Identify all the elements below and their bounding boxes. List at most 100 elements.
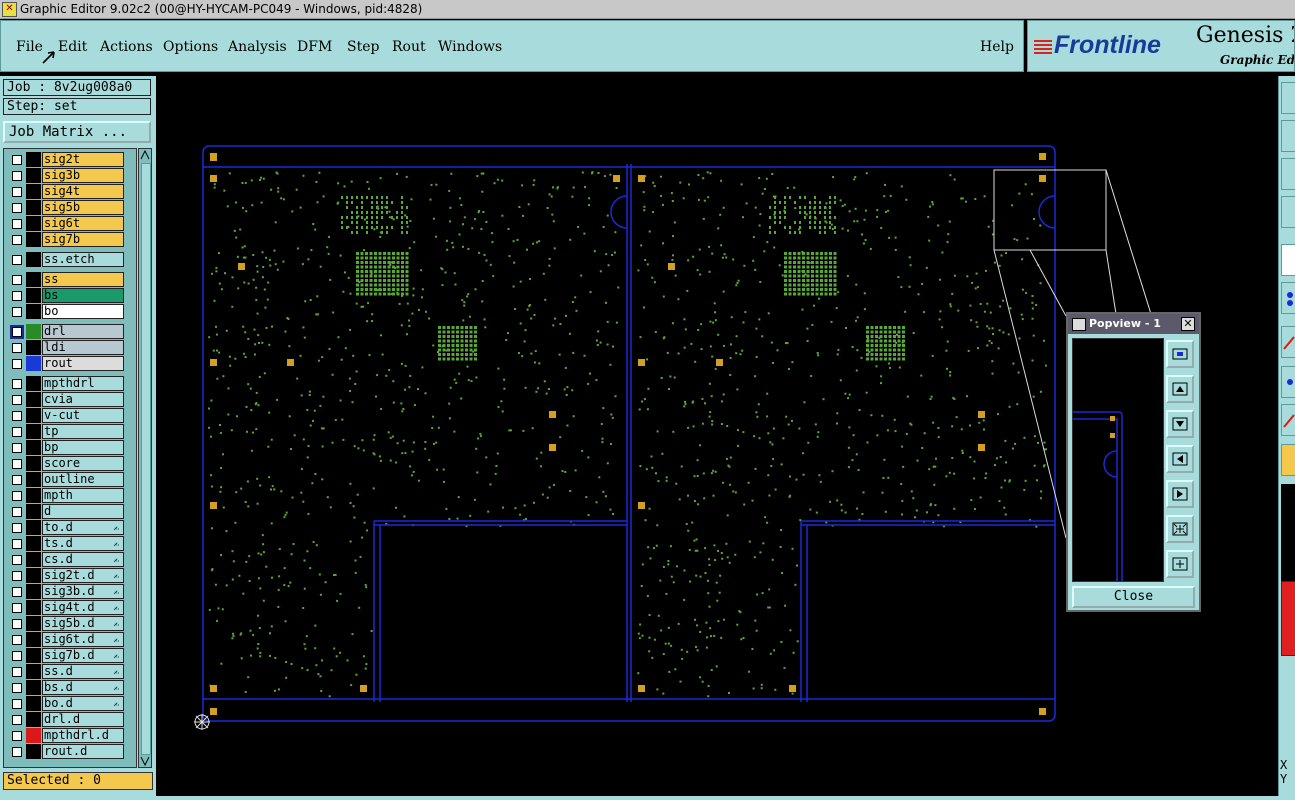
layer-row-sig5b[interactable]: sig5b bbox=[6, 200, 126, 215]
layer-name[interactable]: score bbox=[42, 456, 124, 471]
layer-checkbox[interactable] bbox=[12, 571, 22, 581]
layer-checkbox[interactable] bbox=[12, 443, 22, 453]
layer-color-swatch[interactable] bbox=[26, 616, 41, 631]
layer-row-sig4t.d[interactable]: sig4t.d ✍ bbox=[6, 600, 126, 615]
layer-name[interactable]: sig4t.d ✍ bbox=[42, 600, 124, 615]
layer-checkbox[interactable] bbox=[12, 291, 22, 301]
layer-row-bo.d[interactable]: bo.d ✍ bbox=[6, 696, 126, 711]
layer-color-swatch[interactable] bbox=[26, 584, 41, 599]
layer-checkbox[interactable] bbox=[12, 507, 22, 517]
layer-row-tp[interactable]: tp bbox=[6, 424, 126, 439]
layer-row-sig4t[interactable]: sig4t bbox=[6, 184, 126, 199]
layer-color-swatch[interactable] bbox=[26, 536, 41, 551]
layer-color-swatch[interactable] bbox=[26, 504, 41, 519]
layer-name[interactable]: rout bbox=[42, 356, 124, 371]
layer-name[interactable]: d bbox=[42, 504, 124, 519]
menu-windows[interactable]: Windows bbox=[438, 39, 502, 55]
layer-checkbox[interactable] bbox=[12, 427, 22, 437]
layer-checkbox[interactable] bbox=[12, 667, 22, 677]
layer-row-cvia[interactable]: cvia bbox=[6, 392, 126, 407]
layer-color-swatch[interactable] bbox=[26, 488, 41, 503]
layer-checkbox[interactable] bbox=[12, 491, 22, 501]
layer-row-sig2t.d[interactable]: sig2t.d ✍ bbox=[6, 568, 126, 583]
popview-pan-left-button[interactable] bbox=[1166, 445, 1194, 473]
layer-color-swatch[interactable] bbox=[26, 356, 41, 371]
layer-checkbox[interactable] bbox=[12, 635, 22, 645]
layer-color-swatch[interactable] bbox=[26, 568, 41, 583]
layer-name[interactable]: bs.d ✍ bbox=[42, 680, 124, 695]
layer-row-sig7b[interactable]: sig7b bbox=[6, 232, 126, 247]
layer-row-mpthdrl[interactable]: mpthdrl bbox=[6, 376, 126, 391]
layer-row-to.d[interactable]: to.d ✍ bbox=[6, 520, 126, 535]
layer-name[interactable]: sig7b.d ✍ bbox=[42, 648, 124, 663]
popview-pan-right-button[interactable] bbox=[1166, 480, 1194, 508]
layer-name[interactable]: ss.d ✍ bbox=[42, 664, 124, 679]
layer-checkbox[interactable] bbox=[10, 325, 24, 339]
layer-color-swatch[interactable] bbox=[26, 600, 41, 615]
layer-name[interactable]: mpth bbox=[42, 488, 124, 503]
menu-dfm[interactable]: DFM bbox=[297, 39, 332, 55]
layer-row-d[interactable]: d bbox=[6, 504, 126, 519]
layer-color-swatch[interactable] bbox=[26, 744, 41, 759]
menu-edit[interactable]: Edit bbox=[58, 39, 87, 55]
layer-checkbox[interactable] bbox=[12, 203, 22, 213]
layer-color-swatch[interactable] bbox=[26, 252, 41, 267]
layer-row-sig7b.d[interactable]: sig7b.d ✍ bbox=[6, 648, 126, 663]
layer-name[interactable]: drl.d bbox=[42, 712, 124, 727]
layer-row-cs.d[interactable]: cs.d ✍ bbox=[6, 552, 126, 567]
layer-color-swatch[interactable] bbox=[26, 648, 41, 663]
layer-name[interactable]: sig6t.d ✍ bbox=[42, 632, 124, 647]
layer-row-sig6t.d[interactable]: sig6t.d ✍ bbox=[6, 632, 126, 647]
layer-color-swatch[interactable] bbox=[26, 152, 41, 167]
layer-row-sig2t[interactable]: sig2t bbox=[6, 152, 126, 167]
layer-name[interactable]: cs.d ✍ bbox=[42, 552, 124, 567]
layer-checkbox[interactable] bbox=[12, 619, 22, 629]
layer-name[interactable]: sig5b.d ✍ bbox=[42, 616, 124, 631]
layer-name[interactable]: sig2t bbox=[42, 152, 124, 167]
layer-color-swatch[interactable] bbox=[26, 664, 41, 679]
layer-color-swatch[interactable] bbox=[26, 184, 41, 199]
layer-checkbox[interactable] bbox=[12, 555, 22, 565]
layer-row-ts.d[interactable]: ts.d ✍ bbox=[6, 536, 126, 551]
layer-color-swatch[interactable] bbox=[26, 696, 41, 711]
scrollbar-thumb[interactable] bbox=[141, 163, 151, 755]
layer-row-drl[interactable]: drl bbox=[6, 324, 126, 339]
layer-color-swatch[interactable] bbox=[26, 456, 41, 471]
layer-color-swatch[interactable] bbox=[26, 376, 41, 391]
layer-color-swatch[interactable] bbox=[26, 392, 41, 407]
layer-checkbox[interactable] bbox=[12, 475, 22, 485]
tool-button-4[interactable] bbox=[1281, 196, 1295, 228]
layer-row-ldi[interactable]: ldi bbox=[6, 340, 126, 355]
tool-button-10[interactable] bbox=[1281, 444, 1295, 476]
tool-button-5[interactable] bbox=[1281, 244, 1295, 276]
layer-name[interactable]: bs bbox=[42, 288, 124, 303]
layer-name[interactable]: rout.d bbox=[42, 744, 124, 759]
layer-color-swatch[interactable] bbox=[26, 272, 41, 287]
layer-checkbox[interactable] bbox=[12, 683, 22, 693]
layer-checkbox[interactable] bbox=[12, 155, 22, 165]
tool-button-8[interactable] bbox=[1281, 366, 1295, 398]
layer-name[interactable]: sig3b.d ✍ bbox=[42, 584, 124, 599]
layer-scrollbar[interactable] bbox=[138, 148, 152, 768]
layer-name[interactable]: sig7b bbox=[42, 232, 124, 247]
tool-button-9[interactable] bbox=[1281, 404, 1295, 436]
layer-row-mpthdrl.d[interactable]: mpthdrl.d bbox=[6, 728, 126, 743]
scroll-up-icon[interactable] bbox=[140, 150, 150, 160]
layer-color-swatch[interactable] bbox=[26, 232, 41, 247]
layer-color-swatch[interactable] bbox=[26, 340, 41, 355]
layer-checkbox[interactable] bbox=[12, 699, 22, 709]
layer-row-sig3b.d[interactable]: sig3b.d ✍ bbox=[6, 584, 126, 599]
layer-name[interactable]: ldi bbox=[42, 340, 124, 355]
layer-name[interactable]: ss.etch bbox=[42, 252, 124, 267]
layer-checkbox[interactable] bbox=[12, 219, 22, 229]
tool-button-3[interactable] bbox=[1281, 158, 1295, 190]
layer-checkbox[interactable] bbox=[12, 731, 22, 741]
layer-row-outline[interactable]: outline bbox=[6, 472, 126, 487]
menu-options[interactable]: Options bbox=[163, 39, 218, 55]
layer-row-bs[interactable]: bs bbox=[6, 288, 126, 303]
popview-zoom-fit-button[interactable] bbox=[1166, 340, 1194, 368]
layer-name[interactable]: to.d ✍ bbox=[42, 520, 124, 535]
layer-row-rout[interactable]: rout bbox=[6, 356, 126, 371]
menu-help[interactable]: Help bbox=[980, 39, 1014, 55]
layer-color-swatch[interactable] bbox=[26, 632, 41, 647]
